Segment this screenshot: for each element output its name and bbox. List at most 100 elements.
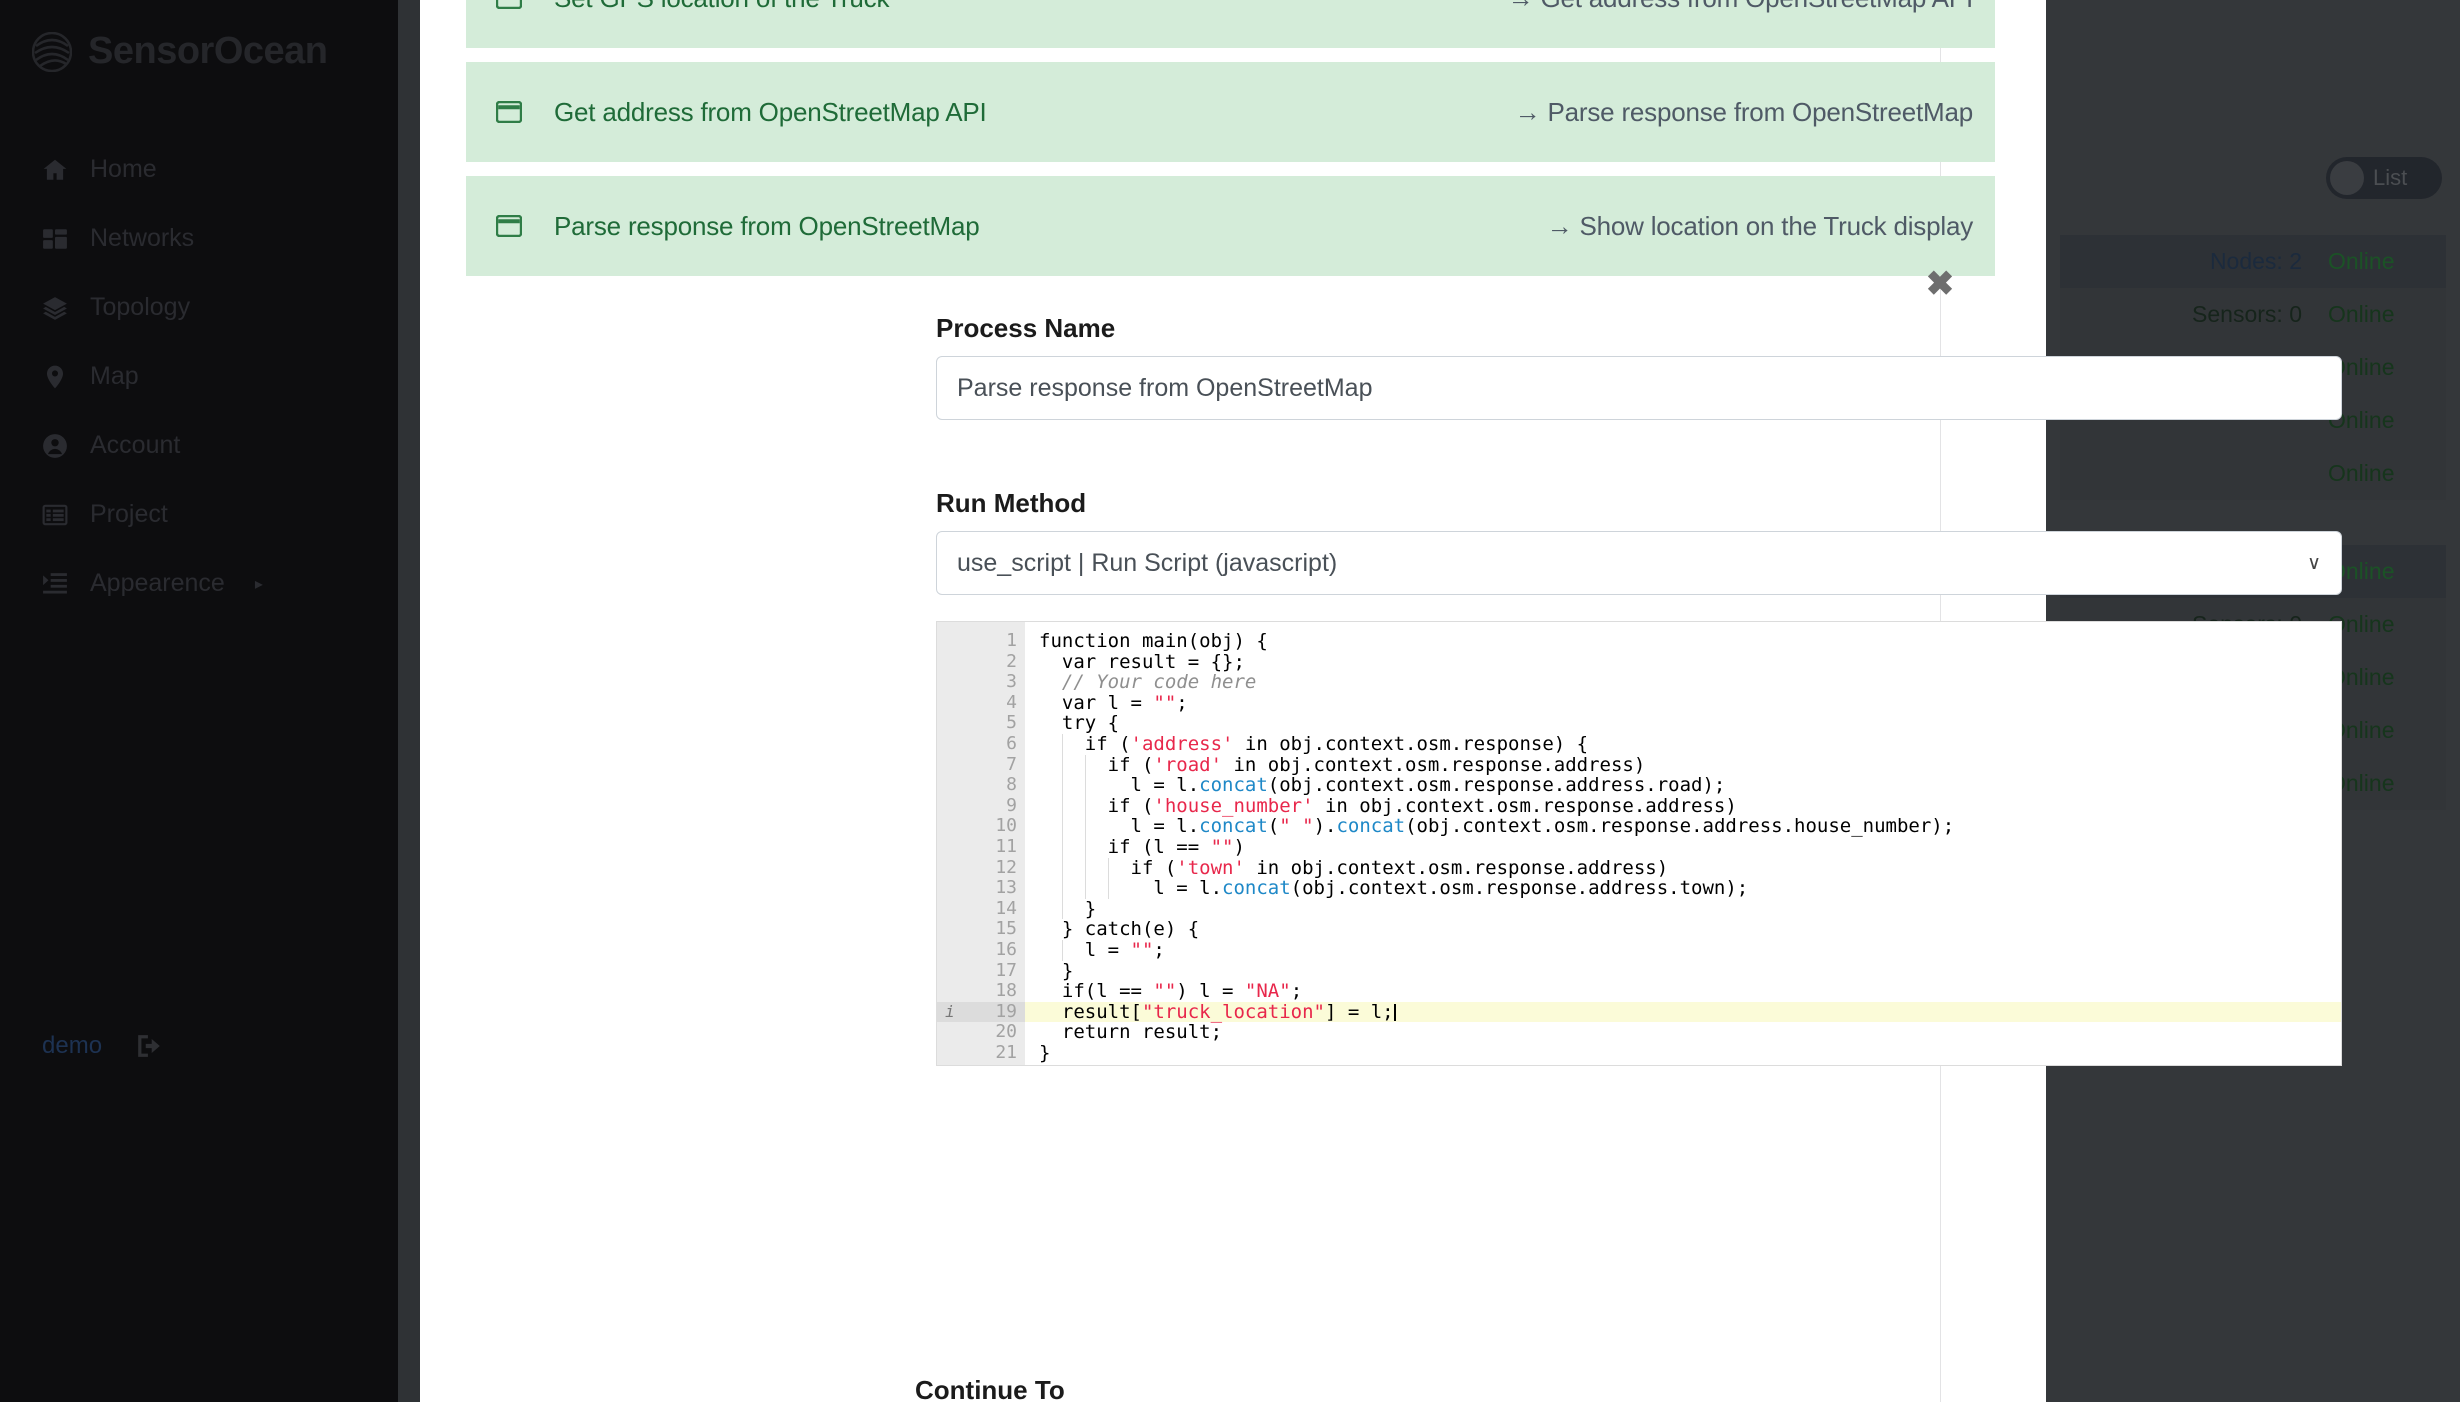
- sidebar-item-account[interactable]: Account: [0, 411, 398, 480]
- editor-code-line: } catch(e) {: [1025, 919, 2341, 940]
- brand: SensorOcean: [32, 30, 328, 73]
- sidebar-item-label: Networks: [90, 224, 194, 253]
- editor-info-icon: i: [945, 1002, 955, 1023]
- nodes-count-label: Nodes: 2: [2210, 248, 2302, 275]
- editor-code-area[interactable]: function main(obj) { var result = {}; //…: [1025, 622, 2341, 1065]
- sidebar-item-networks[interactable]: Networks: [0, 204, 398, 273]
- editor-code-line: l = "";: [1025, 940, 2341, 961]
- sidebar-item-topology[interactable]: Topology: [0, 273, 398, 342]
- username-label[interactable]: demo: [42, 1032, 102, 1060]
- editor-code-line: if(l == "") l = "NA";: [1025, 981, 2341, 1002]
- process-title: Set GPS location of the Truck: [554, 0, 889, 14]
- sidebar-user-row: demo: [42, 1032, 162, 1060]
- run-method-value: use_script | Run Script (javascript): [957, 549, 1337, 578]
- sidebar-item-map[interactable]: Map: [0, 342, 398, 411]
- indent-guide: [1062, 940, 1063, 961]
- sidebar-item-home[interactable]: Home: [0, 135, 398, 204]
- sidebar-item-appearence[interactable]: Appearence ▸: [0, 549, 398, 618]
- editor-line-number: 5▾: [937, 713, 1025, 734]
- editor-line-number: 20: [937, 1022, 1025, 1043]
- indent-guide: [1085, 858, 1086, 879]
- window-card-icon: [496, 0, 522, 9]
- network-row: Online: [2060, 447, 2446, 500]
- script-code-editor[interactable]: 1▾2345▾6▾789101112131415▾161718i192021 f…: [936, 621, 2342, 1066]
- window-card-icon: [496, 101, 522, 123]
- editor-line-number: 11: [937, 837, 1025, 858]
- editor-line-number: 8: [937, 775, 1025, 796]
- home-icon: [42, 157, 68, 183]
- process-list: Set GPS location of the Truck → Get addr…: [466, 0, 1995, 290]
- user-circle-icon: [42, 433, 68, 459]
- indent-guide: [1108, 858, 1109, 879]
- network-row: Sensors: 0 Online: [2060, 288, 2446, 341]
- editor-line-number: 6▾: [937, 734, 1025, 755]
- indent-guide: [1062, 755, 1063, 776]
- indent-guide: [1085, 816, 1086, 837]
- editor-code-line: if ('address' in obj.context.osm.respons…: [1025, 734, 2341, 755]
- process-next-label: → Parse response from OpenStreetMap: [1515, 97, 1973, 128]
- process-list-item[interactable]: Set GPS location of the Truck → Get addr…: [466, 0, 1995, 48]
- status-badge: Online: [2328, 460, 2420, 487]
- sidebar-nav: Home Networks Topology: [0, 135, 398, 618]
- list-toggle-label: List: [2373, 165, 2407, 191]
- editor-line-number: 13: [937, 878, 1025, 899]
- chevron-right-icon: ▸: [255, 574, 263, 594]
- close-icon[interactable]: ✖: [1920, 264, 1960, 304]
- grid-icon: [42, 226, 68, 252]
- editor-line-number: 10: [937, 816, 1025, 837]
- editor-line-number: 16: [937, 940, 1025, 961]
- logout-icon[interactable]: [136, 1033, 162, 1059]
- editor-code-line: try {: [1025, 713, 2341, 734]
- indent-guide: [1062, 899, 1063, 920]
- editor-line-number: 12: [937, 858, 1025, 879]
- list-view-toggle[interactable]: List: [2326, 157, 2442, 199]
- wave-logo-icon: [32, 32, 72, 72]
- sidebar-item-project[interactable]: Project: [0, 480, 398, 549]
- editor-line-number: 15▾: [937, 919, 1025, 940]
- editor-line-number: 21: [937, 1043, 1025, 1064]
- continue-to-label: Continue To: [915, 1375, 1065, 1402]
- editor-code-line: var l = "";: [1025, 693, 2341, 714]
- editor-line-number: 17: [937, 961, 1025, 982]
- sidebar-edge: [398, 0, 420, 1402]
- editor-line-number: 4: [937, 693, 1025, 714]
- status-badge: Online: [2328, 301, 2420, 328]
- sidebar-item-label: Map: [90, 362, 139, 391]
- editor-code-line: result["truck_location"] = l;: [1025, 1002, 2341, 1023]
- editor-code-line: if ('road' in obj.context.osm.response.a…: [1025, 755, 2341, 776]
- app-root: SensorOcean Home Networks: [0, 0, 2460, 1402]
- editor-code-line: }: [1025, 961, 2341, 982]
- indent-guide: [1062, 734, 1063, 755]
- editor-code-line: if ('house_number' in obj.context.osm.re…: [1025, 796, 2341, 817]
- sidebar-item-label: Topology: [90, 293, 190, 322]
- text-cursor: [1394, 1004, 1396, 1021]
- window-card-icon: [496, 215, 522, 237]
- indent-guide: [1108, 878, 1109, 899]
- process-list-item[interactable]: Parse response from OpenStreetMap → Show…: [466, 176, 1995, 276]
- process-next-label: → Get address from OpenStreetMap API: [1508, 0, 1973, 14]
- process-editor-modal: Set GPS location of the Truck → Get addr…: [420, 0, 2046, 1402]
- editor-line-number: 2: [937, 652, 1025, 673]
- layers-icon: [42, 295, 68, 321]
- indent-guide: [1085, 837, 1086, 858]
- run-method-select[interactable]: use_script | Run Script (javascript) ∨: [936, 531, 2342, 595]
- editor-code-line: l = l.concat(" ").concat(obj.context.osm…: [1025, 816, 2341, 837]
- process-list-item[interactable]: Get address from OpenStreetMap API → Par…: [466, 62, 1995, 162]
- network-row: Nodes: 2 Online: [2060, 235, 2446, 288]
- indent-guide: [1062, 816, 1063, 837]
- indent-guide: [1085, 755, 1086, 776]
- process-name-input[interactable]: [936, 356, 2342, 420]
- process-title: Parse response from OpenStreetMap: [554, 211, 980, 242]
- editor-code-line: var result = {};: [1025, 652, 2341, 673]
- indent-guide: [1085, 796, 1086, 817]
- editor-code-line: function main(obj) {: [1025, 631, 2341, 652]
- editor-code-line: l = l.concat(obj.context.osm.response.ad…: [1025, 775, 2341, 796]
- editor-code-line: }: [1025, 899, 2341, 920]
- indent-guide: [1062, 858, 1063, 879]
- editor-code-line: }: [1025, 1043, 2341, 1064]
- status-badge: Online: [2328, 248, 2420, 275]
- sidebar: SensorOcean Home Networks: [0, 0, 398, 1402]
- indent-guide: [1085, 878, 1086, 899]
- editor-line-number: i19: [937, 1002, 1025, 1023]
- brand-name: SensorOcean: [88, 30, 328, 73]
